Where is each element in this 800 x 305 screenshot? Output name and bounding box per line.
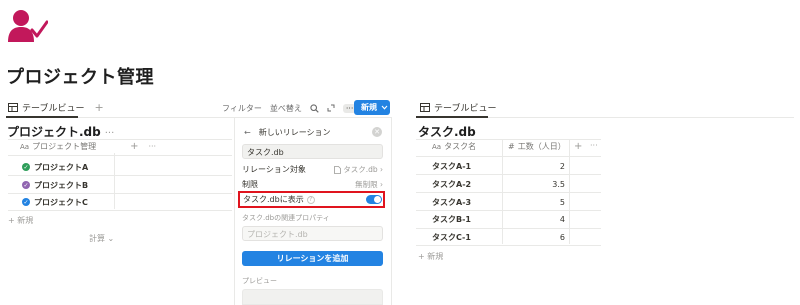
search-icon[interactable] xyxy=(310,103,319,113)
text-property-icon: Aa xyxy=(432,142,442,151)
preview-label: プレビュー xyxy=(242,277,277,285)
column-header-effort[interactable]: # 工数（人日） xyxy=(508,141,566,152)
new-button[interactable]: 新規 xyxy=(354,100,390,115)
table-row[interactable]: タスクC-1 xyxy=(432,229,471,246)
db-title-tasks[interactable]: タスク.db xyxy=(418,123,476,140)
check-circle-icon: ✓ xyxy=(22,198,30,206)
page-title[interactable]: プロジェクト管理 xyxy=(6,63,154,89)
back-arrow-icon[interactable]: ← xyxy=(244,128,251,137)
table-row[interactable]: ✓ プロジェクトC xyxy=(22,194,88,210)
add-column-button[interactable]: + xyxy=(130,141,138,152)
related-property-input[interactable]: プロジェクト.db xyxy=(242,226,383,241)
help-icon[interactable]: ? xyxy=(306,195,315,204)
add-relation-button[interactable]: リレーションを追加 xyxy=(242,251,383,266)
show-on-row[interactable]: タスク.dbに表示 ? xyxy=(243,194,382,205)
effort-cell[interactable]: 3.5 xyxy=(505,176,565,193)
document-icon xyxy=(334,165,342,174)
sort-button[interactable]: 並べ替え xyxy=(270,103,302,114)
filter-button[interactable]: フィルター xyxy=(222,103,262,114)
table-border xyxy=(8,139,232,140)
relation-name-input[interactable]: タスク.db xyxy=(242,144,383,159)
table-icon xyxy=(8,102,18,112)
show-on-toggle[interactable] xyxy=(366,195,382,204)
user-check-icon[interactable] xyxy=(8,8,48,44)
text-property-icon: Aa xyxy=(20,142,30,151)
db-title-projects[interactable]: プロジェクト.db ··· xyxy=(7,123,114,140)
table-row[interactable]: タスクB-1 xyxy=(432,211,471,228)
effort-cell[interactable]: 5 xyxy=(505,194,565,211)
db-menu-button[interactable]: ··· xyxy=(105,128,115,139)
limit-row[interactable]: 制限 無制限 › xyxy=(242,178,383,191)
add-row-button[interactable]: + 新規 xyxy=(418,251,443,262)
active-tab-indicator xyxy=(416,116,488,118)
table-row[interactable]: ✓ プロジェクトB xyxy=(22,177,88,193)
related-property-label: タスク.dbの関連プロパティ xyxy=(242,214,330,222)
column-menu-button[interactable]: ··· xyxy=(590,141,598,150)
show-on-label: タスク.dbに表示 xyxy=(243,195,304,204)
tab-label: テーブルビュー xyxy=(434,103,497,114)
add-row-button[interactable]: + 新規 xyxy=(8,215,33,226)
active-tab-indicator xyxy=(6,116,78,118)
table-icon xyxy=(420,102,430,112)
tab-table-view-left[interactable]: テーブルビュー + xyxy=(8,99,104,115)
table-row[interactable]: ✓ プロジェクトA xyxy=(22,159,88,175)
preview-box xyxy=(242,289,383,305)
panel-header: ← 新しいリレーション xyxy=(244,127,331,138)
calculate-button[interactable]: 計算 ⌄ xyxy=(89,233,114,244)
check-circle-icon: ✓ xyxy=(22,163,30,171)
view-toolbar: フィルター 並べ替え ··· xyxy=(222,100,357,116)
column-header-project[interactable]: Aa プロジェクト管理 + ··· xyxy=(20,141,156,152)
relation-target-row[interactable]: リレーション対象 タスク.db › xyxy=(242,163,383,176)
relation-target-value: タスク.db › xyxy=(343,165,383,174)
chevron-down-icon[interactable] xyxy=(381,105,388,110)
new-button-label: 新規 xyxy=(361,103,377,112)
column-header-task-name[interactable]: Aa タスク名 xyxy=(432,141,476,152)
column-menu-button[interactable]: ··· xyxy=(148,142,156,151)
table-row[interactable]: タスクA-1 xyxy=(432,158,471,175)
table-row[interactable]: タスクA-3 xyxy=(432,194,471,211)
table-row[interactable]: タスクA-2 xyxy=(432,176,471,193)
expand-icon[interactable] xyxy=(327,104,335,112)
tab-table-view-right[interactable]: テーブルビュー xyxy=(420,99,496,115)
check-circle-icon: ✓ xyxy=(22,181,30,189)
close-icon[interactable]: ✕ xyxy=(372,127,382,137)
effort-cell[interactable]: 2 xyxy=(505,158,565,175)
panel-title: 新しいリレーション xyxy=(258,128,331,137)
number-property-icon: # xyxy=(508,142,515,151)
effort-cell[interactable]: 4 xyxy=(505,211,565,228)
tab-label: テーブルビュー xyxy=(22,103,85,114)
effort-cell[interactable]: 6 xyxy=(505,229,565,246)
limit-value: 無制限 › xyxy=(355,180,383,189)
add-column-button[interactable]: + xyxy=(574,141,582,152)
add-view-button[interactable]: + xyxy=(94,101,103,114)
